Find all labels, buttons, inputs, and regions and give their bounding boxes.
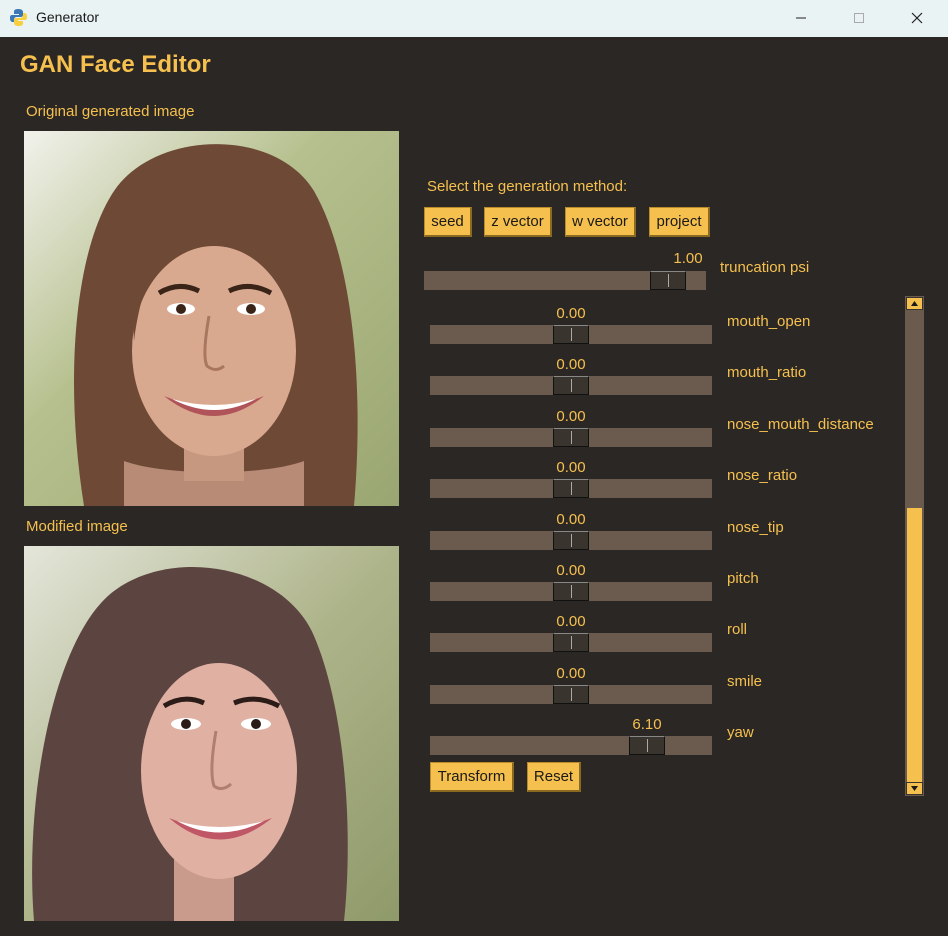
vertical-scrollbar[interactable] (905, 296, 924, 796)
mouth-ratio-label: mouth_ratio (727, 364, 807, 382)
mouth-ratio-slider[interactable] (430, 376, 712, 396)
python-app-icon (10, 9, 27, 26)
smile-label: smile (727, 672, 763, 690)
nose-ratio-slider[interactable] (430, 479, 712, 499)
pitch-slider-handle[interactable] (553, 582, 589, 601)
arrow-down-icon (911, 786, 918, 791)
maximize-icon (854, 13, 864, 23)
maximize-button[interactable] (836, 0, 882, 37)
reset-button[interactable]: Reset (527, 762, 581, 792)
scroll-up-button[interactable] (906, 297, 923, 310)
nose-tip-slider-handle[interactable] (553, 530, 589, 550)
mouth-ratio-slider-handle[interactable] (553, 376, 589, 396)
window-titlebar: Generator (0, 0, 948, 37)
smile-value: 0.00 (556, 664, 586, 682)
modified-image-label: Modified image (26, 518, 128, 535)
scrollbar-thumb[interactable] (907, 508, 922, 782)
truncation-psi-slider-handle[interactable] (650, 271, 686, 290)
project-button[interactable]: project (649, 207, 710, 237)
z-vector-button[interactable]: z vector (484, 207, 552, 237)
app-content: GAN Face Editor Original generated image… (0, 37, 948, 936)
yaw-label: yaw (727, 724, 754, 742)
truncation-psi-slider[interactable] (424, 271, 706, 290)
mouth-ratio-value: 0.00 (556, 356, 586, 374)
nose-tip-value: 0.00 (556, 510, 586, 528)
truncation-psi-value: 1.00 (673, 250, 703, 267)
mouth-open-value: 0.00 (556, 305, 586, 322)
pitch-slider[interactable] (430, 582, 712, 601)
original-image (24, 131, 399, 506)
nose-ratio-slider-handle[interactable] (553, 479, 589, 499)
roll-slider-handle[interactable] (553, 633, 589, 653)
transform-button[interactable]: Transform (430, 762, 514, 792)
pitch-label: pitch (727, 570, 759, 587)
window-title: Generator (36, 9, 100, 25)
nose-tip-slider[interactable] (430, 530, 712, 550)
smile-slider[interactable] (430, 684, 712, 704)
close-icon (911, 12, 923, 24)
pitch-value: 0.00 (556, 562, 586, 579)
nose-ratio-label: nose_ratio (727, 467, 798, 485)
mouth-open-slider-handle[interactable] (553, 325, 589, 344)
truncation-psi-label: truncation psi (720, 259, 810, 276)
nose-ratio-value: 0.00 (556, 459, 586, 477)
generation-method-label: Select the generation method: (427, 178, 628, 195)
yaw-value: 6.10 (632, 716, 662, 734)
minimize-icon (796, 17, 806, 19)
seed-button[interactable]: seed (424, 207, 472, 237)
w-vector-button[interactable]: w vector (565, 207, 636, 237)
mouth-open-label: mouth_open (727, 313, 811, 330)
original-image-label: Original generated image (26, 103, 195, 120)
yaw-slider-handle[interactable] (629, 736, 665, 756)
app-title: GAN Face Editor (20, 51, 211, 78)
nose-mouth-distance-slider[interactable] (430, 427, 712, 447)
nose-mouth-distance-slider-handle[interactable] (553, 427, 589, 447)
roll-slider[interactable] (430, 633, 712, 653)
mouth-open-slider[interactable] (430, 325, 712, 344)
roll-value: 0.00 (556, 613, 586, 631)
nose-tip-label: nose_tip (727, 518, 784, 536)
nose-mouth-distance-label: nose_mouth_distance (727, 415, 874, 433)
close-button[interactable] (894, 0, 940, 37)
scroll-down-button[interactable] (906, 782, 923, 795)
nose-mouth-distance-value: 0.00 (556, 407, 586, 425)
yaw-slider[interactable] (430, 736, 712, 756)
roll-label: roll (727, 621, 748, 639)
arrow-up-icon (911, 301, 918, 306)
minimize-button[interactable] (778, 0, 824, 37)
smile-slider-handle[interactable] (553, 684, 589, 704)
modified-image (24, 546, 399, 921)
